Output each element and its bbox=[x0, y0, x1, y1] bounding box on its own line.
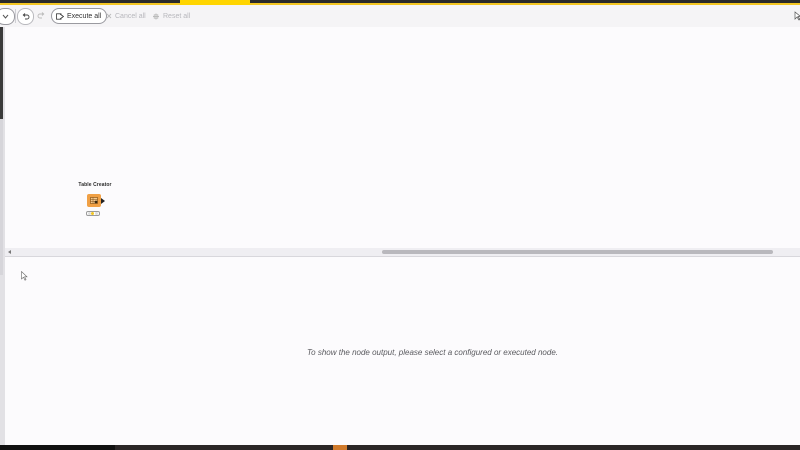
workflow-toolbar: Execute all Cancel all Reset all bbox=[0, 5, 800, 28]
side-panel-strip bbox=[0, 119, 3, 275]
panel-toggle-button[interactable] bbox=[793, 11, 800, 21]
output-placeholder-message: To show the node output, please select a… bbox=[5, 348, 800, 357]
scroll-left-icon[interactable] bbox=[8, 250, 11, 254]
output-message-text: To show the node output, please select a… bbox=[307, 348, 558, 357]
side-panel-strip bbox=[0, 27, 3, 119]
toolbar-menu-dropdown[interactable] bbox=[0, 8, 15, 25]
taskbar-strip bbox=[0, 445, 800, 450]
cancel-all-label: Cancel all bbox=[115, 12, 146, 20]
status-light-green bbox=[94, 212, 98, 215]
toolbar-separator bbox=[15, 9, 16, 23]
redo-button[interactable] bbox=[36, 8, 46, 23]
undo-button[interactable] bbox=[17, 8, 34, 25]
cancel-all-button[interactable]: Cancel all bbox=[106, 9, 146, 23]
scrollbar-thumb[interactable] bbox=[382, 250, 773, 254]
reset-all-icon bbox=[153, 13, 159, 19]
mouse-cursor-icon bbox=[21, 271, 28, 281]
panel-toggle-icon bbox=[794, 11, 800, 21]
node-output-panel: To show the node output, please select a… bbox=[5, 257, 800, 445]
taskbar-segment bbox=[0, 445, 115, 450]
table-icon bbox=[90, 197, 98, 204]
chevron-down-icon bbox=[2, 14, 9, 19]
node-output-port[interactable] bbox=[101, 198, 105, 204]
taskbar-app-indicator[interactable] bbox=[333, 445, 347, 450]
node-title[interactable]: Table Creator bbox=[75, 182, 115, 188]
reset-all-button[interactable]: Reset all bbox=[152, 9, 190, 23]
reset-all-label: Reset all bbox=[163, 12, 191, 20]
execute-all-button[interactable]: Execute all bbox=[51, 8, 108, 24]
knime-workflow-editor: Execute all Cancel all Reset all Table C… bbox=[0, 0, 800, 450]
redo-icon bbox=[37, 12, 45, 19]
execute-all-icon bbox=[56, 12, 64, 20]
undo-icon bbox=[22, 13, 29, 20]
node-status-indicator bbox=[86, 211, 100, 216]
workflow-canvas[interactable]: Table Creator bbox=[5, 27, 800, 248]
canvas-horizontal-scrollbar[interactable] bbox=[5, 248, 800, 256]
cancel-all-icon bbox=[106, 13, 112, 19]
table-creator-node[interactable] bbox=[87, 194, 101, 207]
execute-all-label: Execute all bbox=[67, 12, 102, 20]
